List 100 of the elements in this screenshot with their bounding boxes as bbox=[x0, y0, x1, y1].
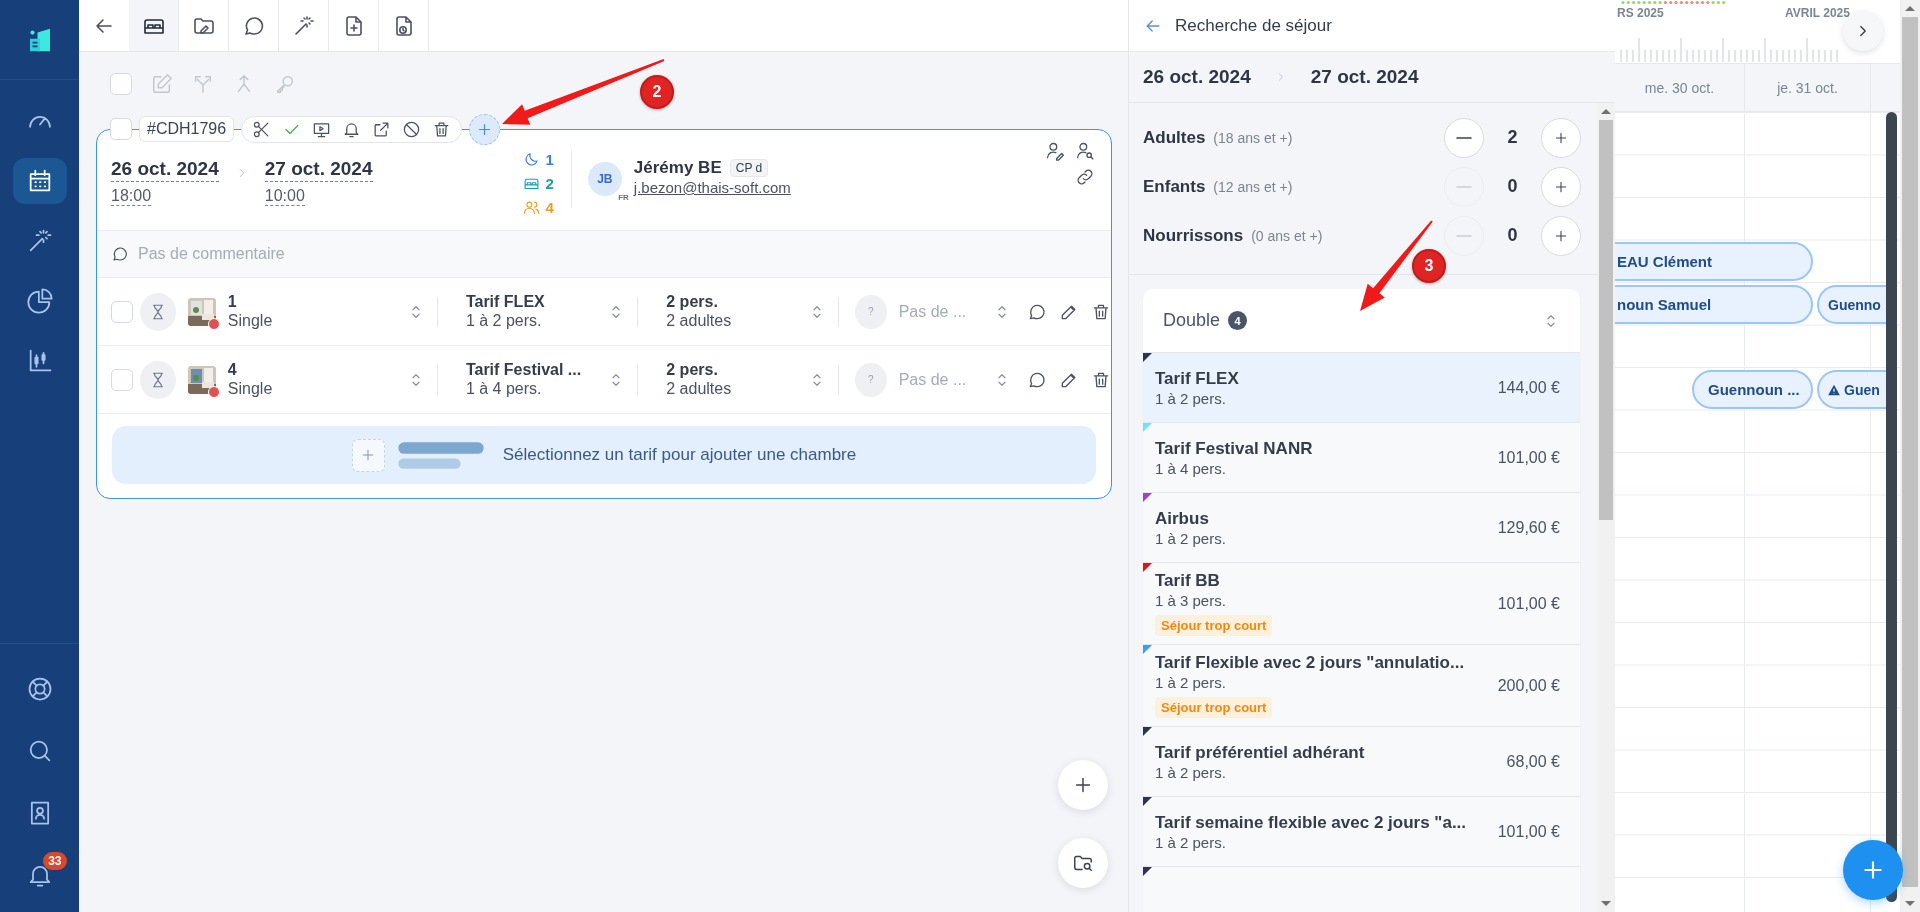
booking-bar[interactable]: noun Samuel bbox=[1615, 285, 1813, 324]
language-label: FR bbox=[616, 192, 631, 203]
rate-name: Tarif Festival ... bbox=[465, 361, 583, 379]
guest-tag: CP d bbox=[729, 159, 769, 177]
panel-title: Recherche de séjour bbox=[1175, 15, 1332, 36]
comment-icon bbox=[111, 245, 129, 263]
rate-row[interactable]: Tarif FLEX 1 à 2 pers. 144,00 € bbox=[1143, 352, 1580, 422]
room-checkbox[interactable] bbox=[111, 300, 133, 323]
rate-capacity: 1 à 2 pers. bbox=[1155, 389, 1226, 407]
skeleton-icon bbox=[396, 440, 485, 470]
rate-price: 68,00 € bbox=[1506, 752, 1560, 771]
occupancy-detail: 2 adultes bbox=[666, 312, 733, 330]
departure-date[interactable]: 27 oct. 2024 bbox=[264, 158, 373, 182]
rooms-count: 2 bbox=[545, 174, 554, 192]
rate-price: 101,00 € bbox=[1497, 594, 1560, 613]
rate-price: 101,00 € bbox=[1497, 822, 1560, 841]
scroll-handle[interactable] bbox=[1886, 112, 1897, 902]
bed-tab[interactable] bbox=[129, 0, 179, 51]
day-header: me. 30 oct. bbox=[1615, 64, 1745, 111]
guest-avatar: ? bbox=[854, 294, 887, 329]
rate-name: Tarif FLEX bbox=[1155, 368, 1239, 389]
rate-capacity: 1 à 4 pers. bbox=[1155, 459, 1226, 477]
minus-icon bbox=[1456, 234, 1472, 237]
rate-name: Tarif Festival NANR bbox=[1155, 438, 1313, 459]
guest-count: 0 bbox=[1506, 176, 1519, 197]
rate-name: Tarif semaine flexible avec 2 jours "a... bbox=[1155, 812, 1467, 833]
rate-row[interactable]: Tarif préférentiel adhérant 1 à 2 pers. 68,00 € bbox=[1143, 726, 1580, 796]
booking-checkbox[interactable] bbox=[110, 118, 132, 140]
rate-price: 101,00 € bbox=[1497, 448, 1560, 467]
scroll-bar[interactable] bbox=[1900, 0, 1920, 912]
rate-price: 144,00 € bbox=[1497, 378, 1560, 397]
rate-name: Tarif Flexible avec 2 jours "annulatio... bbox=[1155, 653, 1465, 673]
room-number: 4 bbox=[227, 361, 238, 379]
rate-price: 129,60 € bbox=[1497, 518, 1560, 537]
user-edit-icon[interactable] bbox=[1045, 141, 1065, 161]
rate-capacity: 1 à 2 pers. bbox=[1155, 674, 1226, 691]
add-button[interactable] bbox=[1058, 760, 1108, 810]
pie-chart-icon bbox=[25, 287, 54, 315]
occupancy: 2 pers. bbox=[666, 293, 719, 311]
pending-status-button[interactable] bbox=[140, 360, 176, 399]
warning-tag: Séjour trop court bbox=[1155, 615, 1273, 636]
rate-capacity: 1 à 3 pers. bbox=[1155, 592, 1226, 609]
rate-price: 200,00 € bbox=[1497, 676, 1560, 695]
departure-date[interactable]: 27 oct. 2024 bbox=[1310, 66, 1419, 88]
booking-bar[interactable]: Guenno bbox=[1817, 285, 1886, 324]
rate-capacity: 1 à 2 pers. bbox=[465, 312, 543, 330]
occupancy: 2 pers. bbox=[666, 361, 719, 379]
month-label: AVRIL 2025 bbox=[1785, 6, 1850, 20]
minus-icon bbox=[1456, 185, 1472, 188]
guest-email-link[interactable]: j.bezon@thais-soft.com bbox=[633, 179, 791, 196]
room-type: Single bbox=[227, 380, 274, 398]
add-room-banner[interactable]: Sélectionnez un tarif pour ajouter une chambre bbox=[112, 426, 1096, 484]
rate-name: Tarif BB bbox=[1155, 571, 1220, 591]
guest-type-label: Adultes bbox=[1143, 127, 1206, 148]
rate-name: Tarif FLEX bbox=[465, 293, 546, 311]
guest-name: Jérémy BE bbox=[633, 158, 722, 178]
rate-name: Airbus bbox=[1155, 508, 1209, 529]
rate-row[interactable]: Airbus 1 à 2 pers. 129,60 € bbox=[1143, 492, 1580, 562]
nights-count: 1 bbox=[545, 150, 554, 168]
guest-count: 2 bbox=[1506, 127, 1519, 148]
rate-row[interactable]: Tarif semaine flexible avec 2 jours "a... 1 à 2 pers. 101,00 € bbox=[1143, 796, 1580, 866]
increase-button[interactable] bbox=[1541, 166, 1581, 207]
add-button[interactable] bbox=[1843, 840, 1903, 900]
folder-search-button[interactable] bbox=[1058, 838, 1108, 888]
rate-capacity: 1 à 2 pers. bbox=[1155, 529, 1226, 547]
guests-count: 4 bbox=[545, 198, 554, 216]
guest-count: 0 bbox=[1506, 225, 1519, 246]
increase-button[interactable] bbox=[1541, 215, 1581, 256]
booking-code: #CDH1796 bbox=[139, 116, 235, 142]
departure-time[interactable]: 10:00 bbox=[264, 187, 305, 206]
rate-row[interactable]: Tarif Flexible avec 2 jours "annulatio... 1 à 2 pers. Séjour trop court 200,00 € bbox=[1143, 644, 1580, 726]
calendar-nav-item[interactable] bbox=[12, 158, 67, 204]
pending-status-button[interactable] bbox=[140, 292, 176, 331]
warning-tag: Séjour trop court bbox=[1155, 697, 1273, 718]
age-hint: (18 ans et +) bbox=[1213, 129, 1293, 146]
booking-bar[interactable]: EAU Clément bbox=[1615, 242, 1813, 281]
increase-button[interactable] bbox=[1541, 117, 1581, 158]
plus-icon bbox=[351, 438, 385, 472]
bell-nav-item[interactable]: 33 bbox=[12, 852, 67, 898]
link-icon[interactable] bbox=[1075, 167, 1095, 187]
age-hint: (0 ans et +) bbox=[1251, 227, 1323, 244]
age-hint: (12 ans et +) bbox=[1213, 178, 1293, 195]
rate-capacity: 1 à 2 pers. bbox=[1155, 833, 1226, 851]
scroll-bar[interactable] bbox=[1597, 103, 1615, 912]
booking-bar[interactable]: Guennoun ... bbox=[1692, 370, 1813, 409]
booking-bar[interactable]: Guen bbox=[1817, 370, 1886, 409]
arrival-date[interactable]: 26 oct. 2024 bbox=[111, 158, 219, 182]
month-label: RS 2025 bbox=[1617, 6, 1664, 20]
arrival-time[interactable]: 18:00 bbox=[111, 187, 152, 206]
arrival-date[interactable]: 26 oct. 2024 bbox=[1143, 66, 1251, 88]
user-search-icon[interactable] bbox=[1075, 141, 1095, 161]
rate-row[interactable]: Tarif BB 1 à 3 pers. Séjour trop court 101,00 € bbox=[1143, 562, 1580, 644]
room-checkbox[interactable] bbox=[111, 368, 133, 391]
day-header: je. 31 oct. bbox=[1745, 64, 1871, 111]
guest-avatar: ? bbox=[854, 362, 887, 397]
minus-icon bbox=[1456, 136, 1472, 139]
notification-badge: 33 bbox=[43, 852, 67, 870]
room-type: Single bbox=[227, 312, 274, 330]
cancel-icon[interactable] bbox=[402, 119, 422, 139]
rate-row[interactable]: Tarif Festival NANR 1 à 4 pers. 101,00 € bbox=[1143, 422, 1580, 492]
